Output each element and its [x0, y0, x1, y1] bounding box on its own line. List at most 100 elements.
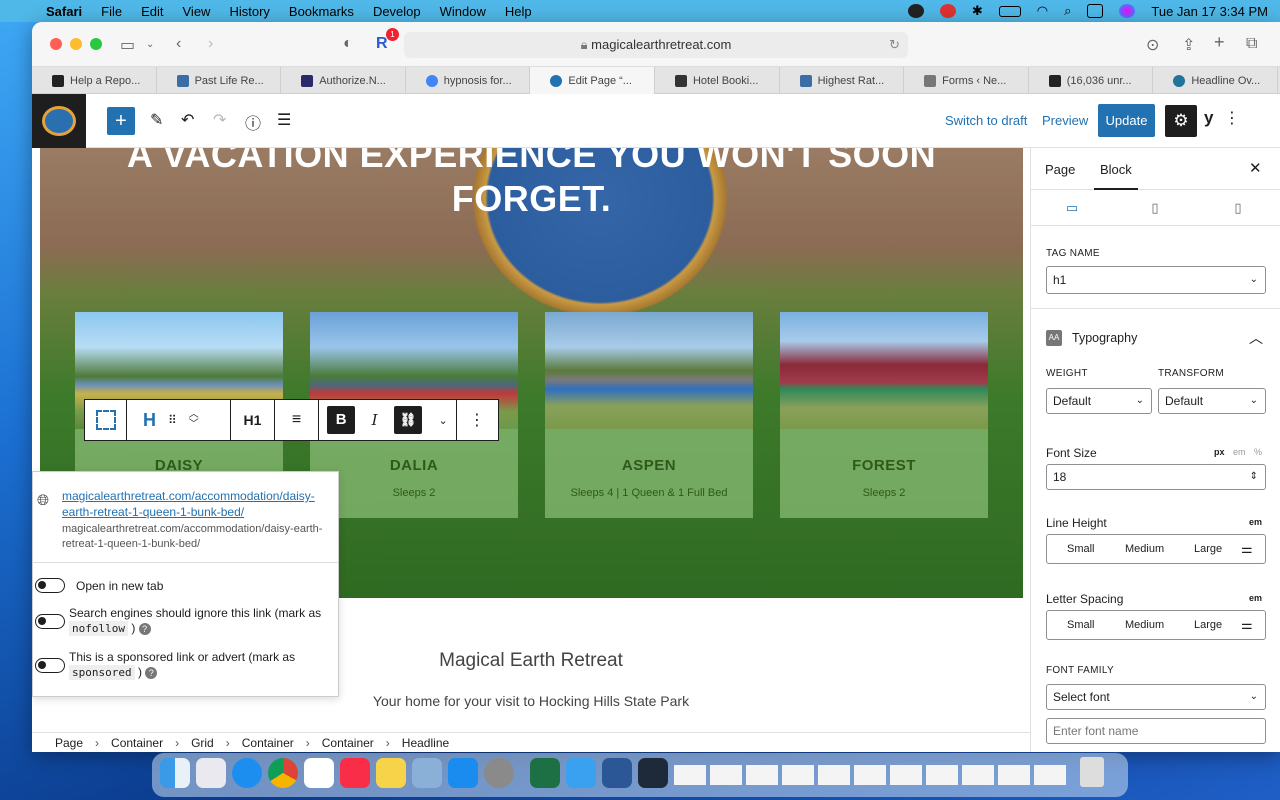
hero-headline-line1[interactable]: A VACATION EXPERIENCE YOU WON'T SOON [40, 148, 1023, 176]
extension-r-icon[interactable]: R [376, 35, 388, 53]
line-height-medium[interactable]: Medium [1125, 543, 1164, 555]
list-view-icon[interactable]: ☰ [277, 110, 291, 130]
letter-spacing-small[interactable]: Small [1067, 619, 1095, 631]
font-family-select[interactable]: Select font ⌄ [1046, 684, 1266, 710]
minimized-window[interactable] [962, 765, 994, 785]
minimized-window[interactable] [710, 765, 742, 785]
typography-heading[interactable]: Typography [1072, 331, 1137, 345]
trash-icon[interactable] [1080, 757, 1104, 787]
breadcrumb-item[interactable]: Headline [402, 736, 449, 750]
unlink-icon[interactable]: ⛓ [394, 406, 423, 434]
downloads-icon[interactable]: ⊙ [1146, 35, 1159, 55]
tablet-icon[interactable]: ▯ [1114, 200, 1196, 216]
minimized-window[interactable] [818, 765, 850, 785]
minimize-window-button[interactable] [70, 38, 82, 50]
mobile-icon[interactable]: ▯ [1197, 200, 1279, 216]
tab[interactable]: Past Life Re... [157, 67, 282, 94]
tab[interactable]: Help a Repo... [32, 67, 157, 94]
close-sidebar-icon[interactable]: ✕ [1249, 159, 1262, 177]
tab[interactable]: Highest Rat... [780, 67, 905, 94]
address-bar[interactable]: 🔒︎ magicalearthretreat.com ↻ [404, 32, 908, 58]
tab-block[interactable]: Block [1094, 162, 1138, 190]
letter-spacing-large[interactable]: Large [1194, 619, 1222, 631]
calendar-icon[interactable] [304, 758, 334, 788]
switch-to-draft-button[interactable]: Switch to draft [945, 113, 1027, 128]
datetime[interactable]: Tue Jan 17 3:34 PM [1151, 4, 1268, 19]
status-app2-icon[interactable] [939, 4, 956, 18]
menu-develop[interactable]: Develop [373, 4, 421, 19]
back-icon[interactable]: ‹ [176, 35, 181, 53]
preview-app-icon[interactable] [412, 758, 442, 788]
line-height-large[interactable]: Large [1194, 543, 1222, 555]
sliders-icon[interactable]: ⚌ [1241, 541, 1253, 557]
spotlight-icon[interactable]: ⌕ [1064, 3, 1071, 19]
word-icon[interactable] [602, 758, 632, 788]
pencil-icon[interactable]: ✎ [150, 110, 163, 130]
minimized-window[interactable] [674, 765, 706, 785]
line-height-unit[interactable]: em [1249, 517, 1262, 527]
menu-history[interactable]: History [229, 4, 269, 19]
card-forest[interactable]: FOREST Sleeps 2 [780, 312, 988, 518]
music-icon[interactable] [340, 758, 370, 788]
heading-level-button[interactable]: H1 [231, 400, 275, 440]
select-parent-button[interactable] [85, 400, 127, 440]
tab[interactable]: Forms ‹ Ne... [904, 67, 1029, 94]
line-height-small[interactable]: Small [1067, 543, 1095, 555]
zoom-window-button[interactable] [90, 38, 102, 50]
drag-handle-icon[interactable]: ⠿ [168, 413, 177, 427]
bold-button[interactable]: B [327, 406, 356, 434]
wifi-icon[interactable]: ◠ [1037, 3, 1048, 19]
app-icon[interactable] [638, 758, 668, 788]
bluetooth-icon[interactable]: ✱ [972, 3, 983, 19]
settings-gear-icon[interactable]: ⚙ [1165, 105, 1197, 137]
letter-spacing-unit[interactable]: em [1249, 593, 1262, 603]
link-url[interactable]: magicalearthretreat.com/accommodation/da… [62, 488, 332, 520]
chrome-icon[interactable] [268, 758, 298, 788]
tab[interactable]: Authorize.N... [281, 67, 406, 94]
finder-icon[interactable] [160, 758, 190, 788]
system-settings-icon[interactable] [484, 758, 514, 788]
breadcrumb-item[interactable]: Container [322, 736, 374, 750]
menu-view[interactable]: View [183, 4, 211, 19]
menu-window[interactable]: Window [440, 4, 486, 19]
siri-icon[interactable] [1119, 4, 1136, 18]
site-subtitle[interactable]: Your home for your visit to Hocking Hill… [32, 693, 1030, 709]
tab-page[interactable]: Page [1045, 162, 1075, 177]
tab[interactable]: hypnosis for... [406, 67, 531, 94]
breadcrumb-item[interactable]: Container [242, 736, 294, 750]
minimized-window[interactable] [854, 765, 886, 785]
preview-button[interactable]: Preview [1042, 113, 1088, 128]
menu-edit[interactable]: Edit [141, 4, 163, 19]
open-new-tab-toggle[interactable] [35, 578, 65, 593]
close-window-button[interactable] [50, 38, 62, 50]
launchpad-icon[interactable] [196, 758, 226, 788]
notes-icon[interactable] [376, 758, 406, 788]
hero-headline-line2[interactable]: FORGET. [40, 178, 1023, 220]
tab[interactable]: Headline Ov... [1153, 67, 1278, 94]
minimized-window[interactable] [782, 765, 814, 785]
safari-icon[interactable] [232, 758, 262, 788]
more-formats-chevron-icon[interactable]: ⌄ [439, 414, 448, 427]
update-button[interactable]: Update [1098, 104, 1155, 137]
breadcrumb-item[interactable]: Page [55, 736, 83, 750]
align-center-icon[interactable]: ≡ [275, 400, 319, 440]
nofollow-toggle[interactable] [35, 614, 65, 629]
font-name-input[interactable]: Enter font name [1046, 718, 1266, 744]
shield-icon[interactable]: ◐ [343, 35, 353, 53]
sliders-icon[interactable]: ⚌ [1241, 617, 1253, 633]
tab-active[interactable]: Edit Page “... [530, 67, 655, 94]
sidebar-toggle-icon[interactable]: ▭ [120, 35, 135, 55]
forward-icon[interactable]: › [208, 35, 213, 53]
letter-spacing-medium[interactable]: Medium [1125, 619, 1164, 631]
redo-icon[interactable]: ↷ [213, 110, 226, 130]
minimized-window[interactable] [1034, 765, 1066, 785]
move-up-down-icon[interactable]: ︿ ﹀ [189, 410, 199, 430]
yoast-icon[interactable]: y [1204, 108, 1213, 128]
minimized-window[interactable] [926, 765, 958, 785]
stepper-icon[interactable]: ⇕ [1250, 465, 1258, 489]
tab[interactable]: Hotel Booki... [655, 67, 780, 94]
block-inserter-button[interactable]: + [107, 107, 135, 135]
menu-bookmarks[interactable]: Bookmarks [289, 4, 354, 19]
status-app-icon[interactable] [907, 4, 924, 18]
undo-icon[interactable]: ↶ [181, 110, 194, 130]
